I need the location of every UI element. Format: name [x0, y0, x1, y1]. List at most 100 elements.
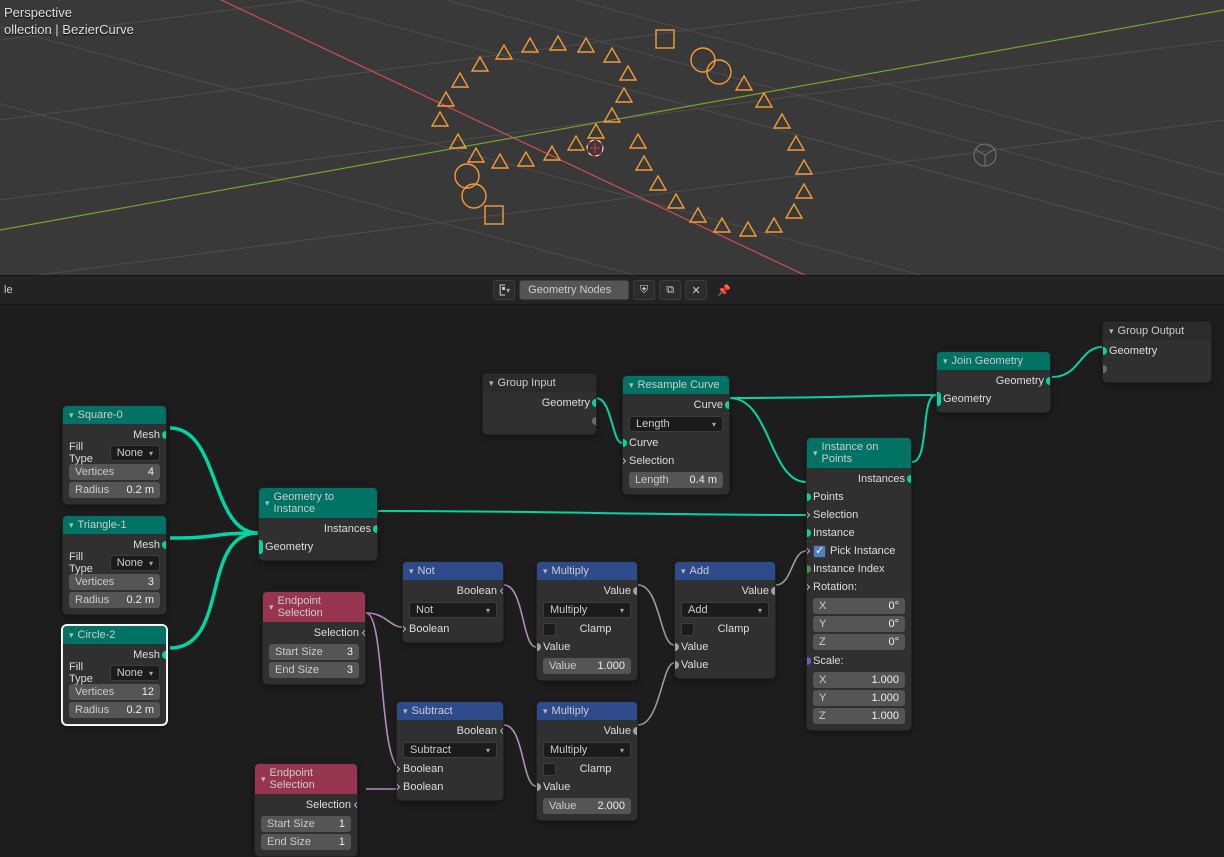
copy-button[interactable]: ⧉ [659, 280, 681, 300]
rot-y-field[interactable]: Y0° [813, 616, 905, 632]
node-title: Multiply [552, 705, 589, 717]
geometry-preview [432, 30, 812, 236]
editor-tab-stub: le [4, 284, 13, 296]
clamp-checkbox[interactable] [543, 623, 556, 636]
socket-selection: Selection [306, 799, 351, 811]
socket-points: Points [813, 491, 844, 503]
mode-dropdown[interactable]: Multiply [543, 602, 631, 618]
rot-x-field[interactable]: X0° [813, 598, 905, 614]
viewport-3d[interactable]: Perspective ollection | BezierCurve [0, 0, 1224, 275]
mode-dropdown[interactable]: Subtract [403, 742, 497, 758]
node-join-geometry[interactable]: Join Geometry Geometry Geometry [936, 351, 1051, 413]
scale-label: Scale: [813, 655, 844, 667]
socket-value-a: Value [543, 781, 570, 793]
value-field[interactable]: Value1.000 [543, 658, 631, 674]
node-title: Circle-2 [78, 629, 116, 641]
length-field[interactable]: Length0.4 m [629, 472, 723, 488]
radius-field[interactable]: Radius0.2 m [69, 592, 160, 608]
radius-field[interactable]: Radius0.2 m [69, 482, 160, 498]
fill-type-label: Fill Type [69, 551, 106, 575]
node-group-output[interactable]: Group Output Geometry [1102, 321, 1212, 383]
node-title: Group Input [498, 377, 556, 389]
node-not[interactable]: Not Boolean Not Boolean [402, 561, 504, 643]
nav-gizmo[interactable] [974, 144, 996, 166]
clamp-checkbox[interactable] [543, 763, 556, 776]
socket-boolean-b: Boolean [403, 781, 443, 793]
nodetree-icon [498, 283, 505, 297]
node-title: Group Output [1118, 325, 1185, 337]
fill-type-dropdown[interactable]: None [110, 555, 160, 571]
socket-value-out: Value [604, 725, 631, 737]
mode-dropdown[interactable]: Multiply [543, 742, 631, 758]
node-geometry-to-instance[interactable]: Geometry to Instance Instances Geometry [258, 487, 378, 561]
node-title: Instance on Points [822, 441, 905, 465]
node-title: Subtract [412, 705, 453, 717]
scale-x-field[interactable]: X1.000 [813, 672, 905, 688]
start-size-field[interactable]: Start Size1 [261, 816, 351, 832]
node-add[interactable]: Add Value Add Clamp Value Value [674, 561, 776, 679]
node-canvas[interactable]: Square-0 Mesh Fill TypeNone Vertices4 Ra… [0, 305, 1224, 851]
start-size-field[interactable]: Start Size3 [269, 644, 359, 660]
unlink-button[interactable]: ✕ [685, 280, 707, 300]
node-square[interactable]: Square-0 Mesh Fill TypeNone Vertices4 Ra… [62, 405, 167, 505]
close-icon: ✕ [692, 284, 701, 297]
scale-y-field[interactable]: Y1.000 [813, 690, 905, 706]
pin-button[interactable]: 📌 [717, 284, 731, 297]
node-title: Square-0 [78, 409, 123, 421]
vertices-field[interactable]: Vertices12 [69, 684, 160, 700]
socket-value-a: Value [681, 641, 708, 653]
node-title: Geometry to Instance [274, 491, 371, 515]
socket-curve: Curve [694, 399, 723, 411]
nodetree-name-input[interactable]: Geometry Nodes [519, 280, 629, 300]
clamp-label: Clamp [580, 623, 612, 635]
vertices-field[interactable]: Vertices3 [69, 574, 160, 590]
socket-selection: Selection [813, 509, 858, 521]
node-title: Resample Curve [638, 379, 720, 391]
pick-instance-checkbox[interactable] [813, 545, 826, 558]
socket-value-out: Value [604, 585, 631, 597]
mode-dropdown[interactable]: Length [629, 416, 723, 432]
node-group-input[interactable]: Group Input Geometry [482, 373, 597, 435]
fill-type-dropdown[interactable]: None [110, 445, 160, 461]
node-triangle[interactable]: Triangle-1 Mesh Fill TypeNone Vertices3 … [62, 515, 167, 615]
mode-dropdown[interactable]: Not [409, 602, 497, 618]
node-endpoint-selection-2[interactable]: Endpoint Selection Selection Start Size1… [254, 763, 358, 857]
end-size-field[interactable]: End Size1 [261, 834, 351, 850]
copy-icon: ⧉ [666, 284, 674, 297]
node-circle[interactable]: Circle-2 Mesh Fill TypeNone Vertices12 R… [62, 625, 167, 725]
socket-selection: Selection [314, 627, 359, 639]
node-title: Add [690, 565, 710, 577]
grid [0, 0, 1224, 275]
node-multiply-2[interactable]: Multiply Value Multiply Clamp Value Valu… [536, 701, 638, 821]
socket-boolean-a: Boolean [403, 763, 443, 775]
node-multiply-1[interactable]: Multiply Value Multiply Clamp Value Valu… [536, 561, 638, 681]
socket-value-a: Value [543, 641, 570, 653]
node-resample-curve[interactable]: Resample Curve Curve Length Curve Select… [622, 375, 730, 495]
node-endpoint-selection-1[interactable]: Endpoint Selection Selection Start Size3… [262, 591, 366, 685]
node-title: Triangle-1 [78, 519, 127, 531]
clamp-checkbox[interactable] [681, 623, 694, 636]
socket-mesh: Mesh [133, 649, 160, 661]
radius-field[interactable]: Radius0.2 m [69, 702, 160, 718]
fill-type-label: Fill Type [69, 441, 106, 465]
value-field[interactable]: Value2.000 [543, 798, 631, 814]
socket-mesh: Mesh [133, 539, 160, 551]
node-title: Not [418, 565, 435, 577]
browse-nodetree-button[interactable]: ▾ [493, 280, 515, 300]
end-size-field[interactable]: End Size3 [269, 662, 359, 678]
rot-z-field[interactable]: Z0° [813, 634, 905, 650]
node-subtract[interactable]: Subtract Boolean Subtract Boolean Boolea… [396, 701, 504, 801]
pin-icon: 📌 [717, 285, 731, 297]
scale-z-field[interactable]: Z1.000 [813, 708, 905, 724]
fill-type-dropdown[interactable]: None [110, 665, 160, 681]
pick-instance-label: Pick Instance [830, 545, 905, 557]
socket-instance-index: Instance Index [813, 563, 885, 575]
vertices-field[interactable]: Vertices4 [69, 464, 160, 480]
socket-geometry: Geometry [1109, 345, 1157, 357]
node-title: Endpoint Selection [270, 767, 351, 791]
mode-dropdown[interactable]: Add [681, 602, 769, 618]
node-instance-on-points[interactable]: Instance on Points Instances Points Sele… [806, 437, 912, 731]
node-editor-header: le ▾ Geometry Nodes ⛨ ⧉ ✕ 📌 [0, 275, 1224, 305]
shield-button[interactable]: ⛨ [633, 280, 655, 300]
node-title: Endpoint Selection [278, 595, 359, 619]
